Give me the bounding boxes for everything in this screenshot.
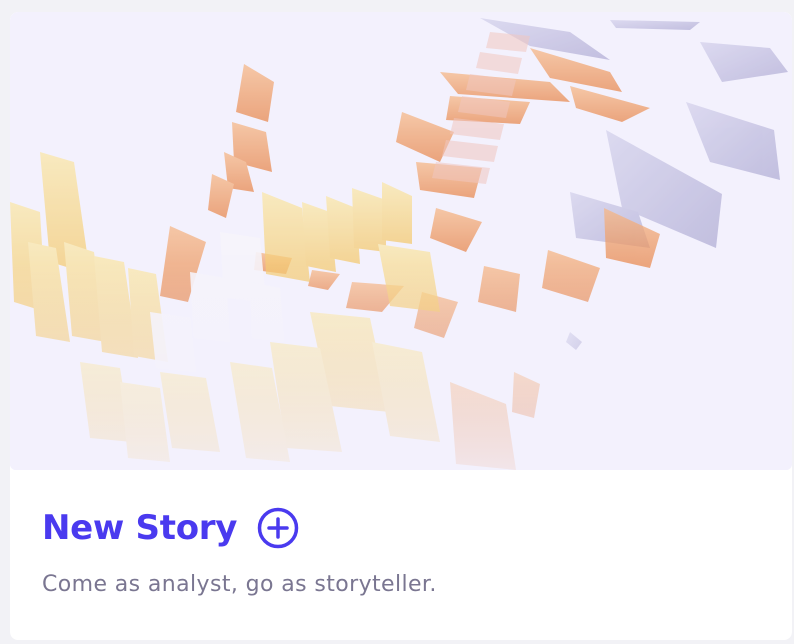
card-subtitle: Come as analyst, go as storyteller. xyxy=(42,572,437,597)
plus-circle-icon[interactable] xyxy=(257,507,299,549)
hero-illustration xyxy=(10,12,792,470)
new-story-card[interactable]: New Story Come as analyst, go as storyte… xyxy=(10,12,792,640)
title-row[interactable]: New Story xyxy=(42,504,299,552)
card-title[interactable]: New Story xyxy=(42,504,237,552)
